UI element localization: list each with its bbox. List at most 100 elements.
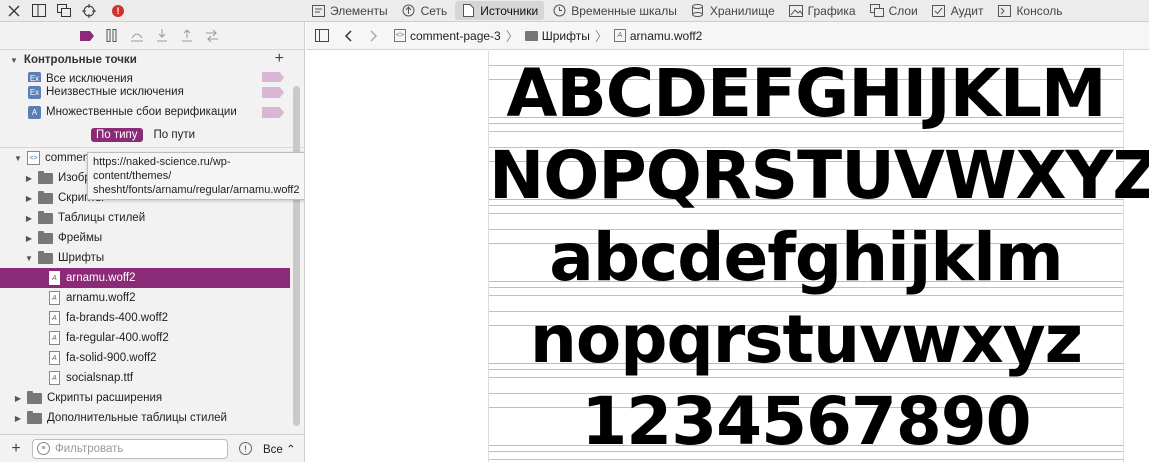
lowercase-row-1: abcdefghijklm [549,219,1063,296]
breadcrumb-folder[interactable]: Шрифты [542,29,590,43]
sidebar-filter-bar: + ≡ ! Все ⌃ [0,434,304,462]
breakpoints-header[interactable]: ▼ Контрольные точки + [0,50,304,70]
step-icon[interactable] [205,29,219,43]
disclosure-closed-icon[interactable]: ▶ [12,414,24,423]
tree-file-font[interactable]: A arnamu.woff2 [0,288,304,308]
tab-console[interactable]: Консоль [991,1,1068,20]
tree-folder-fonts[interactable]: ▼ Шрифты [0,248,304,268]
exception-icon: Ex [28,72,41,82]
font-file-icon: A [49,351,60,365]
storage-icon [691,4,705,18]
disclosure-open-icon[interactable]: ▼ [23,254,35,263]
breadcrumb-folder-item: Шрифты 〉 [524,26,608,45]
tree-file-font[interactable]: A fa-brands-400.woff2 [0,308,304,328]
filter-field[interactable]: ≡ [32,438,228,459]
lowercase-row-2: nopqrstuvwxyz [529,301,1083,378]
digits-row: 1234567890 [581,383,1031,460]
font-file-icon: A [49,291,60,305]
forward-icon[interactable] [364,26,384,46]
tree-file-font[interactable]: A fa-regular-400.woff2 [0,328,304,348]
font-file-icon: A [49,271,60,285]
disclosure-closed-icon[interactable]: ▶ [23,214,35,223]
font-file-icon: A [49,371,60,385]
step-out-icon[interactable] [180,29,194,43]
network-icon [402,4,416,18]
page-icon: <> [394,29,406,42]
tab-network[interactable]: Сеть [396,1,454,20]
breakpoints-toggle-icon[interactable] [80,29,94,43]
tree-file-font[interactable]: A fa-solid-900.woff2 [0,348,304,368]
tab-layers[interactable]: Слои [864,1,924,20]
disclosure-closed-icon[interactable]: ▶ [23,234,35,243]
content-navbar: <> comment-page-3 〉 Шрифты 〉 A arnamu.wo… [306,22,1149,50]
tree-folder-stylesheets[interactable]: ▶ Таблицы стилей [0,208,304,228]
folder-icon [38,250,53,264]
error-badge-icon[interactable]: ! [112,4,124,17]
font-specimen: ABCDEFGHIJKLM NOPQRSTUVWXYZ abcdefghijkl… [488,51,1149,462]
info-icon[interactable]: ! [239,442,252,455]
breadcrumb-file[interactable]: arnamu.woff2 [630,29,703,43]
uppercase-row-2: NOPQRSTUVWXYZ [489,137,1149,214]
crosshair-icon[interactable] [78,1,100,21]
tree-folder-extension-scripts[interactable]: ▶ Скрипты расширения [0,388,304,408]
chevron-right-icon: 〉 [594,29,608,44]
folder-icon [27,410,42,424]
disclosure-open-icon[interactable]: ▼ [10,56,18,65]
navigation-sidebar: ▼ Контрольные точки + Ex Все исключения … [0,22,305,462]
close-icon[interactable] [3,1,25,21]
breakpoint-uncaught-exceptions[interactable]: Ex Неизвестные исключения [0,82,304,102]
scope-select[interactable]: Все ⌃ [263,442,296,456]
breakpoint-assertion-failures[interactable]: A Множественные сбои верификации [0,102,304,122]
tab-by-type[interactable]: По типу [91,127,143,142]
tab-audit[interactable]: Аудит [926,1,990,20]
step-into-icon[interactable] [155,29,169,43]
chevron-right-icon: 〉 [505,29,519,44]
console-icon [997,4,1011,18]
back-icon[interactable] [338,26,358,46]
dock-icon[interactable] [28,1,50,21]
breadcrumb-file-item: A arnamu.woff2 [613,29,703,43]
tree-file-font[interactable]: A socialsnap.ttf [0,368,304,388]
font-file-icon: A [49,331,60,345]
assertion-icon: A [28,105,41,119]
tree-folder-extra-stylesheets[interactable]: ▶ Дополнительные таблицы стилей [0,408,304,428]
tab-timelines[interactable]: Временные шкалы [546,1,683,20]
font-preview-area: ABCDEFGHIJKLM NOPQRSTUVWXYZ abcdefghijkl… [306,51,1149,462]
tab-sources[interactable]: Источники [455,1,545,20]
undock-icon[interactable] [53,1,75,21]
tab-storage[interactable]: Хранилище [685,1,781,20]
breakpoint-flag-icon[interactable] [262,72,284,82]
pause-icon[interactable] [105,29,119,43]
timeline-icon [552,4,566,18]
breakpoint-all-exceptions[interactable]: Ex Все исключения [0,72,304,82]
add-resource-icon[interactable]: + [6,440,26,458]
tab-by-path[interactable]: По пути [149,128,201,142]
sidebar-scrollbar[interactable] [293,86,300,426]
breadcrumb-page[interactable]: comment-page-3 [410,29,501,43]
breakpoint-flag-icon[interactable] [262,87,284,98]
top-toolbar: ! Элементы Сеть Источники Временные шкал… [0,0,1149,22]
disclosure-closed-icon[interactable]: ▶ [23,174,35,183]
sources-icon [461,4,475,18]
sidebar-toggle-icon[interactable] [312,26,332,46]
folder-icon [38,190,53,204]
audit-icon [932,4,946,18]
step-over-icon[interactable] [130,29,144,43]
tab-graphics[interactable]: Графика [783,1,862,20]
filter-input[interactable] [55,442,205,455]
add-breakpoint-icon[interactable]: + [275,50,284,68]
folder-icon [27,390,42,404]
tree-file-font[interactable]: A arnamu.woff2 [0,268,290,288]
layers-icon [869,4,884,18]
tree-folder-frames[interactable]: ▶ Фреймы [0,228,304,248]
uppercase-row-1: ABCDEFGHIJKLM [506,55,1106,132]
breadcrumb: <> comment-page-3 〉 [394,26,519,45]
disclosure-open-icon[interactable]: ▼ [12,154,24,163]
debugger-controls [0,22,304,50]
breakpoint-flag-icon[interactable] [262,107,284,118]
tab-elements[interactable]: Элементы [305,1,394,20]
folder-icon [524,30,538,41]
font-file-icon: A [613,29,626,42]
disclosure-closed-icon[interactable]: ▶ [23,194,35,203]
disclosure-closed-icon[interactable]: ▶ [12,394,24,403]
